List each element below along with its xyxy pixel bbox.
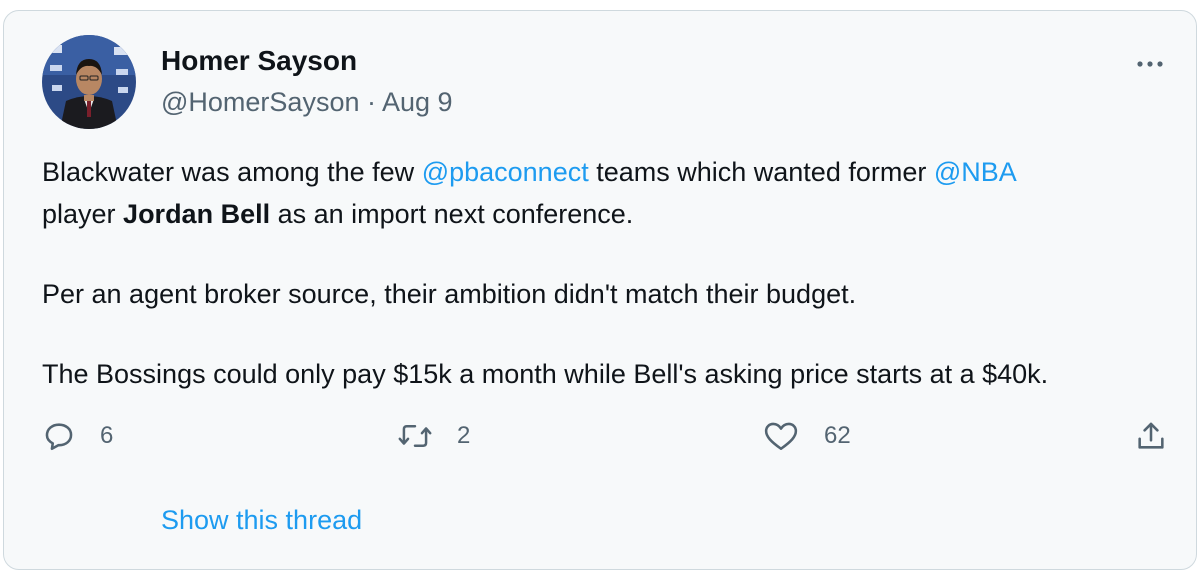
- reply-button[interactable]: 6: [42, 416, 113, 456]
- share-upload-icon: [1138, 422, 1164, 449]
- mention-pbaconnect[interactable]: @pbaconnect: [422, 157, 589, 187]
- share-button[interactable]: [1134, 416, 1168, 456]
- retweet-button[interactable]: 2: [397, 416, 470, 456]
- handle-date-separator: ·: [359, 87, 382, 117]
- tweet-paragraph-2: Per an agent broker source, their ambiti…: [42, 279, 857, 309]
- more-dots-icon[interactable]: [1134, 49, 1174, 79]
- handle-line: @HomerSayson · Aug 9: [161, 87, 453, 118]
- mention-nba[interactable]: @NBA: [934, 157, 1017, 187]
- tweet-text-segment: teams which wanted former: [588, 157, 934, 187]
- tweet-text-segment: as an import next conference.: [270, 199, 634, 229]
- tweet-text-segment: Blackwater was among the few: [42, 157, 422, 187]
- tweet-paragraph-1: Blackwater was among the few @pbaconnect…: [42, 151, 1172, 193]
- bold-player-name: Jordan Bell: [123, 199, 271, 229]
- heart-icon: [764, 422, 798, 451]
- tweet-paragraph-1-continued: player Jordan Bell as an import next con…: [42, 193, 1172, 235]
- author-handle[interactable]: @HomerSayson: [161, 87, 359, 117]
- reply-bubble-icon: [45, 423, 73, 451]
- avatar[interactable]: [42, 35, 136, 129]
- author-name[interactable]: Homer Sayson: [161, 45, 357, 77]
- like-button[interactable]: 62: [762, 416, 851, 456]
- tweet-paragraph-3: The Bossings could only pay $15k a month…: [42, 359, 1049, 389]
- show-thread-link[interactable]: Show this thread: [161, 505, 362, 536]
- tweet-text-segment: player: [42, 199, 124, 229]
- reply-count: 6: [100, 422, 114, 449]
- like-count: 62: [824, 422, 851, 449]
- retweet-count: 2: [457, 422, 471, 449]
- tweet-text: Blackwater was among the few @pbaconnect…: [42, 151, 1172, 395]
- retweet-arrows-icon: [398, 425, 432, 447]
- tweet-date[interactable]: Aug 9: [382, 87, 453, 117]
- tweet-card[interactable]: Homer Sayson @HomerSayson · Aug 9 Blackw…: [3, 10, 1197, 570]
